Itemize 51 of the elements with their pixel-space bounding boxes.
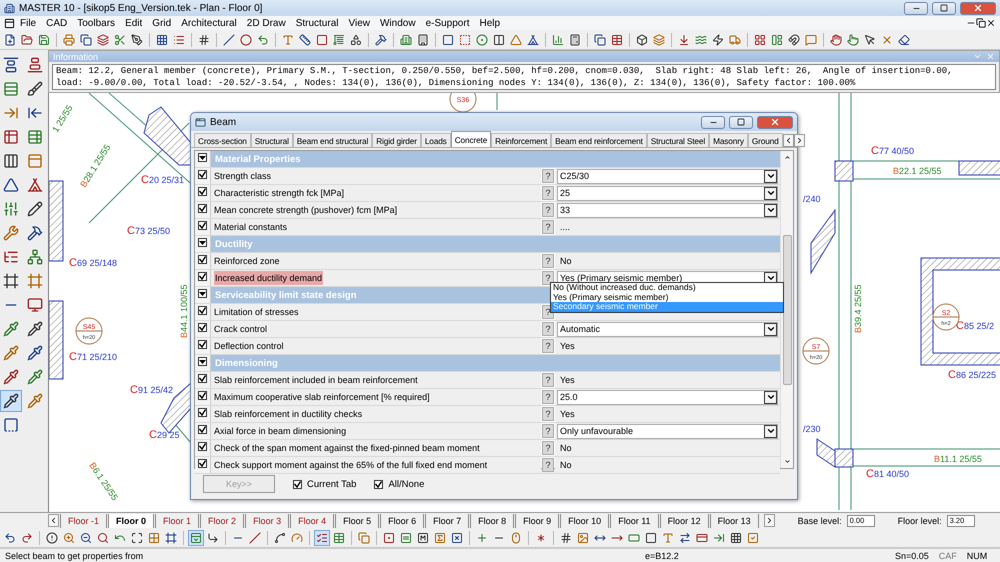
status-indicator: NUM <box>966 550 988 560</box>
info-text: Beam: 12.2, General member (concrete), Primary S.M., T-section, 0.250/0.550, bef=2.500, hf=0.200, cnom=0.030, Slab right: 48 Slab left: 26, Angle of insertion=0.00, <box>56 65 954 77</box>
property-label: Material constants <box>214 222 288 232</box>
checkbox-label: All/None <box>388 478 424 490</box>
status-message: Select beam to get properties from <box>4 550 144 560</box>
selected-element: e=B12.2 <box>644 550 680 560</box>
column-label: C29 25 <box>149 429 180 441</box>
property-value: No <box>560 443 573 453</box>
property-label: Strength class <box>214 171 272 181</box>
property-value: Yes <box>560 409 576 419</box>
property-value: No <box>560 460 573 470</box>
level-label: Floor level: <box>898 516 942 526</box>
snap-value: Sn=0.05 <box>894 550 930 560</box>
property-label: Slab reinforcement in ductility checks <box>214 409 362 419</box>
property-label: Characteristic strength fck [MPa] <box>214 188 344 198</box>
dialog-title: Beam <box>210 116 238 128</box>
panel-title: Information <box>53 52 98 62</box>
level-label: Base level: <box>798 516 842 526</box>
property-label: Slab reinforcement included in beam reinforcement <box>214 375 418 385</box>
beam-label: B11.1 25/55 <box>934 454 982 464</box>
property-label: Mean concrete strength (pushover) fcm [MPa] <box>214 205 398 215</box>
column-label: C86 25/225 <box>948 369 996 381</box>
window-title: MASTER 10 - [sikop5 Eng_Version.tek - Plan - Floor 0] <box>19 2 264 14</box>
property-value: Yes <box>560 341 576 351</box>
dimension-label: /240 <box>803 194 821 204</box>
property-label: Limitation of stresses <box>214 307 299 317</box>
property-label: Check of the span moment against the fixed-pinned beam moment <box>214 443 480 453</box>
column-label: C77 40/50 <box>871 145 914 157</box>
dimension-label: /230 <box>803 424 821 434</box>
checkbox-label: Current Tab <box>307 478 356 490</box>
property-label: Reinforced zone <box>214 256 280 266</box>
beam-label: B39.4 25/55 <box>853 284 863 333</box>
property-label: Maximum cooperative slab reinforcement [% required] <box>214 392 430 402</box>
column-label: C69 25/148 <box>69 257 117 269</box>
property-label: Axial force in beam dimensioning <box>214 426 346 436</box>
info-text: load: -9.00/0.00, Total load: -20.52/-3.54, , Nodes: 134(0), 136(0), Dimensioning nodes Y: 134(0), 136(0), Z: 134(0), 136(0), Safety factor: 100.00% <box>56 77 856 89</box>
status-indicator: CAF <box>938 550 958 560</box>
property-label: Increased ductility demand <box>214 271 324 285</box>
property-value: .... <box>560 222 572 232</box>
column-label: C73 25/50 <box>127 225 170 237</box>
column-label: C20 25/31 <box>141 174 184 186</box>
column-label: C91 25/42 <box>130 384 173 396</box>
column-label: C71 25/210 <box>69 351 117 363</box>
property-value: Yes <box>560 375 576 385</box>
property-value: No <box>560 256 573 266</box>
property-label: Check support moment against the 65% of the full fixed end moment <box>214 460 488 470</box>
property-label: Deflection control <box>214 341 284 351</box>
column-label: C81 40/50 <box>866 468 909 480</box>
beam-label: B44.1 100/55 <box>179 284 189 338</box>
beam-label: B22.1 25/55 <box>893 166 942 176</box>
property-label: Crack control <box>214 324 268 334</box>
